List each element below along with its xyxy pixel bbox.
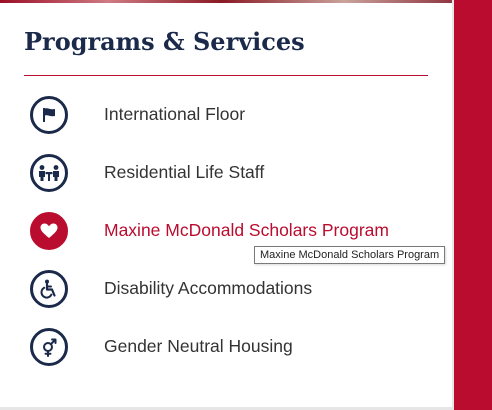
item-label: Gender Neutral Housing (104, 336, 293, 356)
wheelchair-icon (30, 270, 68, 308)
heart-icon (30, 212, 68, 250)
programs-list: International Floor Residential Life Sta… (0, 0, 452, 407)
hover-tooltip: Maxine McDonald Scholars Program (254, 246, 446, 264)
item-label: Residential Life Staff (104, 162, 265, 182)
item-label: International Floor (104, 104, 246, 124)
right-accent-band (454, 0, 492, 410)
list-item-gender-neutral-housing[interactable]: Gender Neutral Housing (30, 328, 450, 372)
item-label: Maxine McDonald Scholars Program (104, 220, 389, 240)
list-item-disability-accommodations[interactable]: Disability Accommodations (30, 270, 450, 314)
item-label: Disability Accommodations (104, 278, 313, 298)
flag-icon (30, 96, 68, 134)
gender-neutral-icon (30, 328, 68, 366)
programs-services-card: Programs & Services International Floor (0, 0, 452, 407)
list-item-residential-life-staff[interactable]: Residential Life Staff (30, 154, 450, 198)
people-table-icon (30, 154, 68, 192)
list-item-international-floor[interactable]: International Floor (30, 96, 450, 140)
